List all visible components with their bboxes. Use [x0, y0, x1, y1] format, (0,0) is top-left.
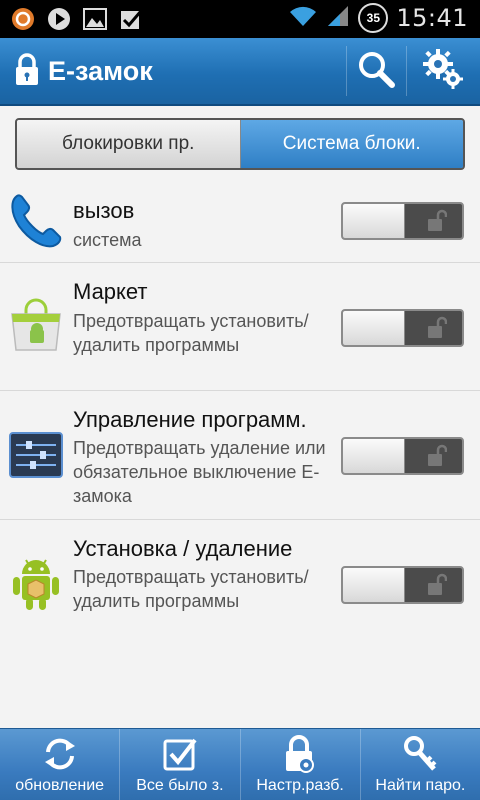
select-all-label: Все было з. [136, 777, 224, 794]
image-icon [82, 6, 108, 32]
item-description: Предотвращать установить/удалить програм… [73, 567, 309, 611]
item-description: Предотвращать установить/удалить програм… [73, 311, 309, 355]
refresh-button[interactable]: обновление [0, 729, 121, 800]
toggle-knob [343, 204, 405, 238]
item-title: вызов [73, 198, 135, 223]
toggle-switch[interactable] [341, 437, 464, 475]
notification-app-icon [10, 6, 36, 32]
lock-list: вызов система Маркет Предотвращать устан… [0, 180, 480, 648]
unlock-icon [428, 209, 447, 231]
check-icon [160, 734, 200, 774]
gear-icon [422, 48, 464, 95]
search-icon [357, 50, 395, 93]
clock: 15:41 [396, 4, 468, 32]
play-icon [46, 6, 72, 32]
search-button[interactable] [347, 38, 405, 104]
bottom-toolbar: обновление Все было з. Настр.разб. Найти… [0, 728, 480, 800]
item-title: Маркет [73, 279, 148, 304]
tab-system-lock[interactable]: Система блоки. [240, 120, 463, 168]
toggle-knob [343, 311, 405, 345]
page-title: E-замок [48, 55, 153, 86]
unlock-icon [428, 573, 447, 595]
settings-button[interactable] [414, 38, 472, 104]
toggle-switch[interactable] [341, 202, 464, 240]
item-title: Установка / удаление [73, 536, 293, 561]
action-bar: E-замок [0, 38, 480, 106]
refresh-label: обновление [15, 777, 105, 794]
select-all-button[interactable]: Все было з. [120, 729, 241, 800]
list-item-market[interactable]: Маркет Предотвращать установить/удалить … [0, 263, 480, 391]
refresh-icon [40, 734, 80, 774]
segmented-tabs: блокировки пр. Система блоки. [15, 118, 465, 170]
unlock-settings-button[interactable]: Настр.разб. [241, 729, 361, 800]
list-item-call[interactable]: вызов система [0, 180, 480, 263]
find-password-label: Найти паро. [375, 777, 466, 794]
signal-icon [326, 4, 350, 33]
lock-settings-icon [280, 734, 320, 774]
app-settings-icon [7, 426, 65, 484]
divider [406, 46, 407, 96]
wifi-icon [288, 4, 318, 33]
lock-icon [14, 52, 40, 91]
find-password-button[interactable]: Найти паро. [361, 729, 480, 800]
toggle-knob [343, 568, 405, 602]
market-icon [7, 297, 65, 355]
toggle-knob [343, 439, 405, 473]
list-item-install-uninstall[interactable]: Установка / удаление Предотвращать устан… [0, 520, 480, 648]
item-description: Предотвращать удаление или обязательное … [73, 438, 326, 506]
app-title-area: E-замок [14, 38, 153, 104]
unlock-settings-label: Настр.разб. [256, 777, 344, 794]
android-icon [7, 555, 65, 613]
toggle-switch[interactable] [341, 566, 464, 604]
phone-icon [7, 192, 65, 250]
tab-app-lock[interactable]: блокировки пр. [17, 120, 241, 168]
toggle-switch[interactable] [341, 309, 464, 347]
status-bar: 35 15:41 [0, 0, 480, 38]
item-title: Управление программ. [73, 407, 307, 432]
list-item-app-management[interactable]: Управление программ. Предотвращать удале… [0, 391, 480, 520]
checkbox-icon [118, 6, 144, 32]
item-description: система [73, 230, 142, 250]
key-icon [400, 734, 440, 774]
unlock-icon [428, 444, 447, 466]
unlock-icon [428, 316, 447, 338]
battery-indicator: 35 [358, 3, 389, 33]
